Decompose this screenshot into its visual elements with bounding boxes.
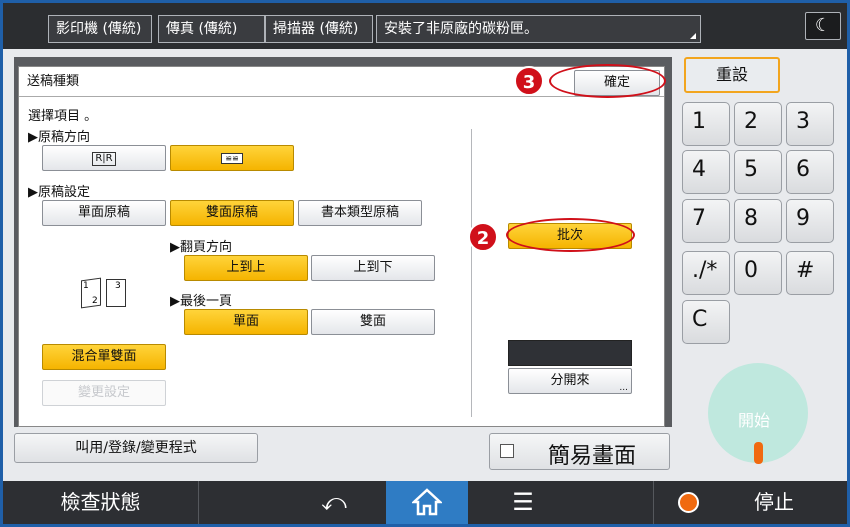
annotation-ring-batch: [506, 218, 635, 252]
key-hash[interactable]: #: [786, 251, 834, 295]
key-5[interactable]: 5: [734, 150, 782, 194]
menu-icon[interactable]: ☰: [468, 481, 578, 524]
bottom-separator: [198, 481, 199, 524]
double-sided-original-button[interactable]: 雙面原稿: [170, 200, 294, 226]
expand-corner-icon: [690, 33, 696, 39]
original-setting-heading: ▶原稿設定: [28, 185, 90, 200]
status-message[interactable]: 安裝了非原廠的碳粉匣。: [376, 15, 701, 43]
simple-screen-button[interactable]: 簡易畫面: [489, 433, 670, 470]
mixed-sided-button[interactable]: 混合單雙面: [42, 344, 166, 370]
last-page-single-button[interactable]: 單面: [184, 309, 308, 335]
orientation-sideways-button[interactable]: ≌≌: [170, 145, 294, 171]
stop-button[interactable]: 停止: [654, 481, 847, 524]
change-setting-button[interactable]: 變更設定: [42, 380, 166, 406]
key-8[interactable]: 8: [734, 199, 782, 243]
stop-label: 停止: [754, 490, 794, 514]
orientation-upright-button[interactable]: R|R: [42, 145, 166, 171]
key-6[interactable]: 6: [786, 150, 834, 194]
duplex-pages-icon: 1 2 3: [81, 277, 129, 311]
annotation-ring-ok: [549, 64, 666, 98]
stop-icon: [678, 492, 699, 513]
key-9[interactable]: 9: [786, 199, 834, 243]
vertical-divider: [471, 129, 472, 417]
program-button[interactable]: 叫用/登錄/變更程式: [14, 433, 258, 463]
top-bar: 影印機 (傳統) 傳真 (傳統) 掃描器 (傳統) 安裝了非原廠的碳粉匣。: [3, 3, 847, 49]
page-number-3: 3: [115, 281, 121, 291]
key-clear[interactable]: C: [682, 300, 730, 344]
check-status-button[interactable]: 檢查狀態: [3, 481, 198, 524]
top-to-top-button[interactable]: 上到上: [184, 255, 308, 281]
start-label: 開始: [738, 411, 771, 430]
orientation-sideways-icon: ≌≌: [221, 153, 243, 164]
home-button[interactable]: [386, 481, 468, 524]
key-2[interactable]: 2: [734, 102, 782, 146]
book-original-button[interactable]: 書本類型原稿: [298, 200, 422, 226]
moon-icon[interactable]: ☾: [805, 12, 841, 40]
tab-fax[interactable]: 傳真 (傳統): [158, 15, 265, 43]
start-indicator-icon: [754, 442, 763, 464]
key-0[interactable]: 0: [734, 251, 782, 295]
key-7[interactable]: 7: [682, 199, 730, 243]
annotation-badge-3: 3: [514, 66, 544, 96]
single-sided-original-button[interactable]: 單面原稿: [42, 200, 166, 226]
tab-scanner[interactable]: 掃描器 (傳統): [265, 15, 373, 43]
reset-button[interactable]: 重設: [684, 57, 780, 93]
prompt-text: 選擇項目 。: [28, 109, 98, 124]
page-number-2: 2: [92, 296, 98, 306]
key-3[interactable]: 3: [786, 102, 834, 146]
checkbox-icon: [500, 444, 514, 458]
top-to-bottom-button[interactable]: 上到下: [311, 255, 435, 281]
back-arrow-icon[interactable]: ⤺: [279, 481, 389, 524]
last-page-heading: ▶最後一頁: [170, 294, 232, 309]
page-direction-heading: ▶翻頁方向: [170, 240, 232, 255]
annotation-badge-2: 2: [468, 222, 498, 252]
home-icon: [410, 488, 444, 516]
bottom-bar: 檢查狀態 ⤺ ☰ 停止: [3, 481, 847, 524]
separate-button[interactable]: 分開來 ...: [508, 368, 632, 394]
last-page-double-button[interactable]: 雙面: [311, 309, 435, 335]
separate-label: 分開來: [550, 373, 590, 388]
simple-screen-label: 簡易畫面: [548, 444, 637, 469]
separate-header-bar: [508, 340, 632, 366]
key-dot-star[interactable]: ./*: [682, 251, 730, 295]
separate-more-icon: ...: [619, 383, 628, 393]
key-4[interactable]: 4: [682, 150, 730, 194]
orientation-heading: ▶原稿方向: [28, 130, 90, 145]
tab-copier[interactable]: 影印機 (傳統): [48, 15, 152, 43]
page-number-1: 1: [83, 281, 89, 291]
orientation-upright-icon: R|R: [92, 152, 116, 166]
key-1[interactable]: 1: [682, 102, 730, 146]
